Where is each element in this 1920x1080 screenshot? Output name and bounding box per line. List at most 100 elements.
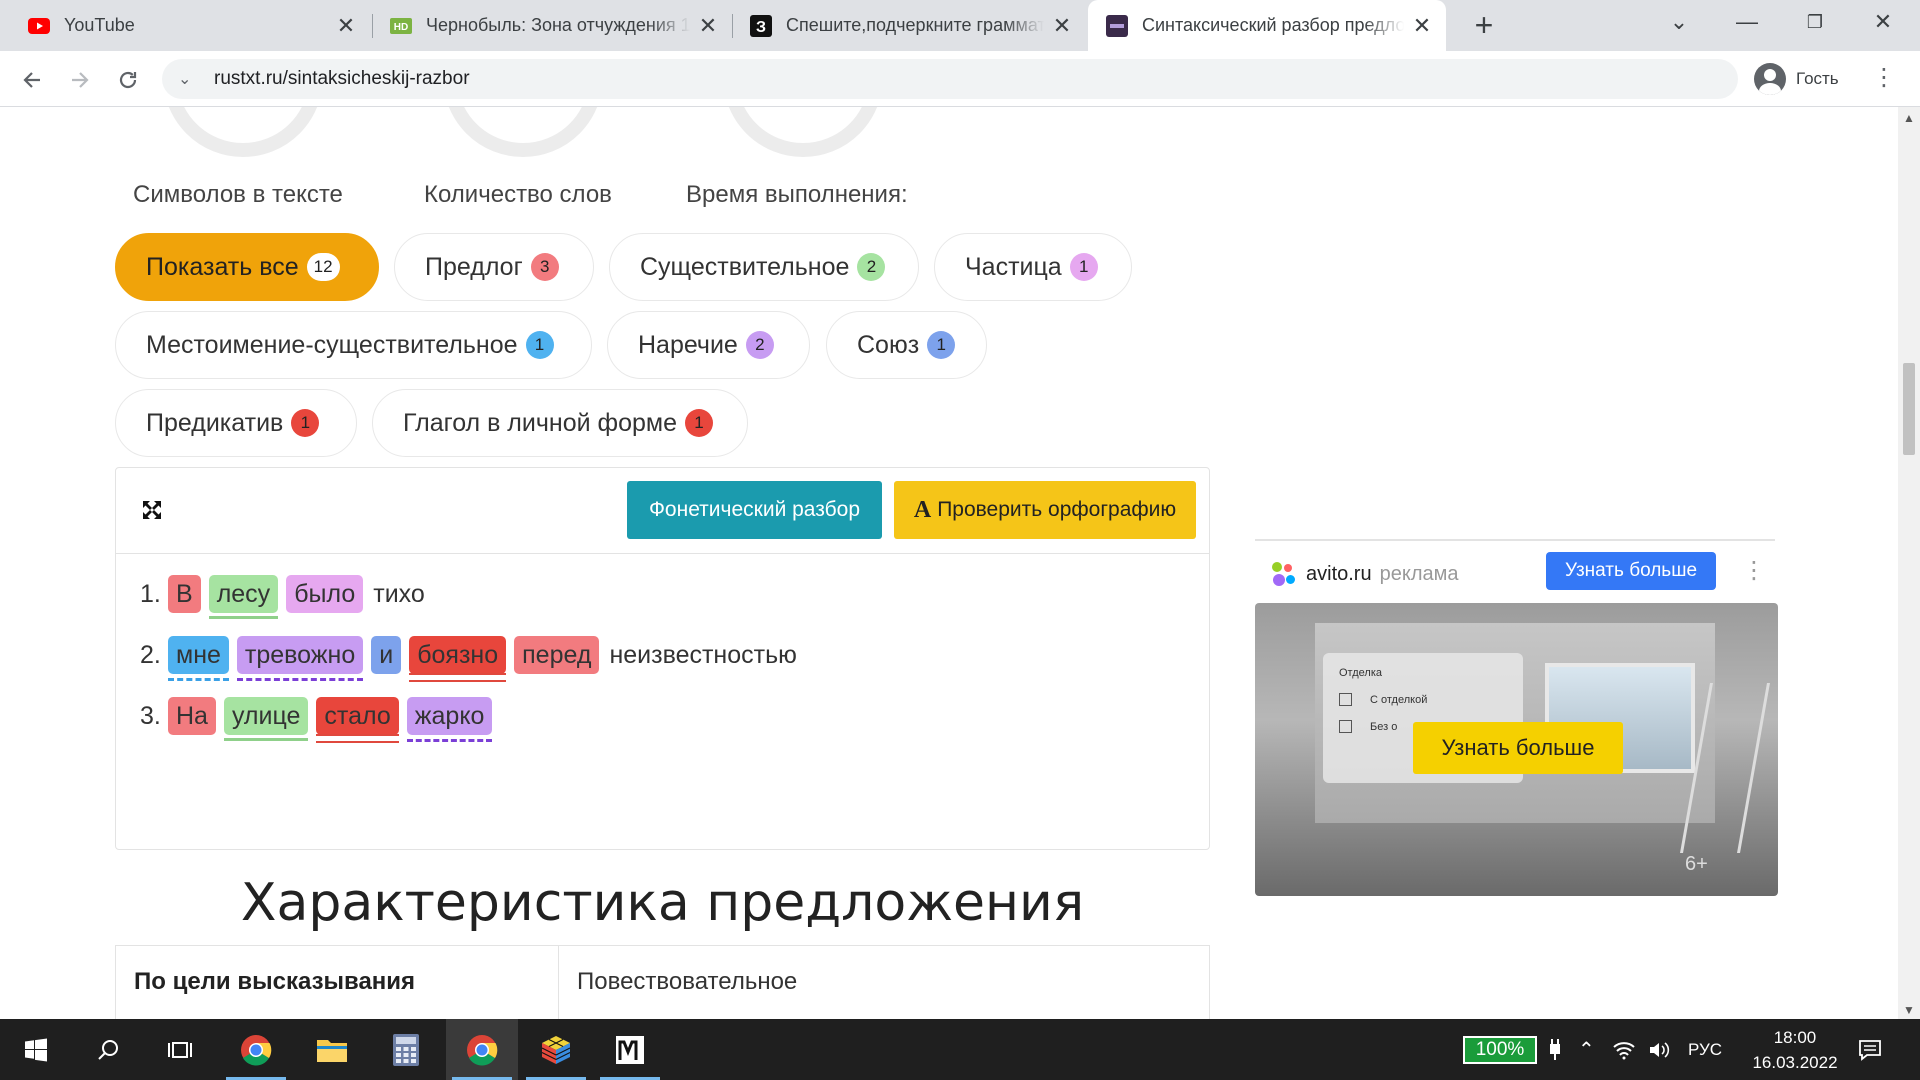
start-icon[interactable]	[0, 1019, 72, 1080]
word-adverb[interactable]: жарко	[406, 697, 493, 742]
minimize-icon[interactable]: —	[1716, 0, 1778, 44]
tab-grammar[interactable]: З Спешите,подчеркните граммати ✕	[722, 0, 1086, 51]
stat-ring	[723, 107, 883, 157]
battery-indicator[interactable]: 100%	[1463, 1036, 1537, 1064]
filter-count: 1	[1069, 253, 1098, 281]
clock-date: 16.03.2022	[1752, 1053, 1838, 1072]
calculator-icon[interactable]	[370, 1019, 442, 1080]
ad-site[interactable]: avito.ru	[1306, 563, 1372, 586]
filter-conjunction[interactable]: Союз 1	[826, 311, 987, 379]
profile-button[interactable]: Гость	[1748, 59, 1851, 99]
checkbox-icon	[1339, 693, 1352, 706]
filter-count: 1	[525, 331, 554, 359]
svg-text:HD: HD	[394, 22, 408, 33]
chrome-app-icon[interactable]	[220, 1019, 292, 1080]
word-verb[interactable]: стало	[316, 697, 400, 743]
filter-pronoun-noun[interactable]: Местоимение-существительное 1	[115, 311, 592, 379]
svg-text:З: З	[756, 19, 766, 36]
filter-preposition[interactable]: Предлог 3	[394, 233, 594, 301]
word-noun[interactable]: улице	[223, 697, 309, 741]
search-icon[interactable]	[72, 1019, 144, 1080]
check-spelling-label: Проверить орфографию	[937, 498, 1177, 521]
ad-menu-icon[interactable]: ⋮	[1742, 552, 1766, 590]
close-tab-icon[interactable]: ✕	[336, 14, 356, 36]
youtube-icon	[28, 15, 50, 37]
filter-particle[interactable]: Частица 1	[934, 233, 1132, 301]
notifications-icon[interactable]	[1858, 1019, 1882, 1080]
clock-time: 18:00	[1773, 1028, 1817, 1047]
word-particle[interactable]: было	[286, 575, 364, 613]
page-content: Символов в тексте Количество слов Время …	[0, 107, 1898, 1019]
tab-search-icon[interactable]: ⌄	[1648, 0, 1710, 44]
ad-divider	[1255, 539, 1775, 541]
sentence-2: 2. мне тревожно и боязно перед неизвестн…	[140, 633, 807, 682]
word-preposition[interactable]: На	[168, 697, 216, 735]
filter-noun[interactable]: Существительное 2	[609, 233, 919, 301]
stat-ring	[163, 107, 323, 157]
z-icon: З	[750, 14, 772, 37]
word-pronoun[interactable]: мне	[168, 636, 229, 681]
sentence-1: 1. В лесу было тихо	[140, 572, 435, 619]
rubiks-cube-app-icon[interactable]	[520, 1019, 592, 1080]
ad-cta-button[interactable]: Узнать больше	[1413, 722, 1623, 774]
close-tab-icon[interactable]: ✕	[698, 14, 718, 36]
tab-strip: YouTube ✕ HD Чернобыль: Зона отчуждения …	[0, 0, 1920, 51]
expand-icon[interactable]	[140, 498, 164, 522]
avatar-icon	[1754, 63, 1786, 95]
volume-icon[interactable]	[1648, 1019, 1672, 1080]
scrollbar-thumb[interactable]	[1903, 363, 1915, 455]
site-info-icon[interactable]: ⌄	[178, 69, 198, 89]
tab-chernobyl[interactable]: HD Чернобыль: Зона отчуждения 1 ✕	[362, 0, 732, 51]
power-plug-icon[interactable]	[1546, 1019, 1564, 1080]
phonetic-analysis-button[interactable]: Фонетический разбор	[627, 481, 882, 539]
system-clock[interactable]: 18:00 16.03.2022	[1743, 1025, 1847, 1075]
word-noun[interactable]: лесу	[208, 575, 279, 619]
task-view-icon[interactable]	[144, 1019, 216, 1080]
word-predicative[interactable]: боязно	[409, 636, 507, 682]
new-tab-button[interactable]: +	[1466, 8, 1502, 44]
tray-overflow-icon[interactable]: ⌃	[1578, 1019, 1595, 1080]
stat-label-words: Количество слов	[424, 181, 612, 208]
wifi-icon[interactable]	[1612, 1019, 1636, 1080]
back-icon[interactable]	[12, 60, 52, 100]
scroll-up-icon[interactable]: ▲	[1898, 111, 1920, 125]
filter-label: Наречие	[638, 330, 738, 359]
reload-icon[interactable]	[108, 60, 148, 100]
filter-show-all[interactable]: Показать все 12	[115, 233, 379, 301]
restore-icon[interactable]: ❐	[1784, 0, 1846, 44]
word-preposition[interactable]: В	[168, 575, 201, 613]
word-conjunction[interactable]: и	[371, 636, 402, 674]
table-cell-label: По цели высказывания	[116, 946, 559, 1019]
close-window-icon[interactable]: ✕	[1852, 0, 1914, 44]
filter-label: Существительное	[640, 252, 850, 281]
file-explorer-icon[interactable]	[296, 1019, 368, 1080]
filter-label: Предикатив	[146, 408, 284, 437]
input-language[interactable]: РУС	[1688, 1019, 1722, 1080]
chrome-active-app-icon[interactable]	[446, 1019, 518, 1080]
hd-icon: HD	[390, 15, 412, 37]
word-adverb[interactable]: тревожно	[236, 636, 364, 681]
forward-icon[interactable]	[60, 60, 100, 100]
stats-app-icon[interactable]	[594, 1019, 666, 1080]
tab-youtube[interactable]: YouTube ✕	[0, 0, 370, 51]
scroll-down-icon[interactable]: ▼	[1898, 1003, 1920, 1017]
ad-image[interactable]: Отделка С отделкой Без о Узнать больше 6…	[1255, 603, 1778, 896]
filter-count: 2	[745, 331, 774, 359]
close-tab-icon[interactable]: ✕	[1052, 14, 1072, 36]
address-bar[interactable]: ⌄ rustxt.ru/sintaksicheskij-razbor	[162, 59, 1738, 99]
browser-menu-icon[interactable]: ⋮	[1868, 63, 1900, 95]
windows-taskbar: 100% ⌃ РУС 18:00 16.03.2022	[0, 1019, 1920, 1080]
word-preposition[interactable]: перед	[514, 636, 600, 674]
filter-predicative[interactable]: Предикатив 1	[115, 389, 357, 457]
check-spelling-button[interactable]: A Проверить орфографию	[894, 481, 1196, 539]
close-tab-icon[interactable]: ✕	[1412, 14, 1432, 36]
page-scrollbar[interactable]: ▲ ▼	[1898, 107, 1920, 1019]
ad-age-rating: 6+	[1685, 853, 1708, 875]
stat-label-time: Время выполнения:	[686, 181, 908, 208]
filter-adverb[interactable]: Наречие 2	[607, 311, 810, 379]
ad-learn-more-button[interactable]: Узнать больше	[1546, 552, 1716, 590]
filter-finite-verb[interactable]: Глагол в личной форме 1	[372, 389, 748, 457]
tab-syntax-active[interactable]: Синтаксический разбор предло ✕	[1088, 0, 1446, 51]
browser-toolbar: ⌄ rustxt.ru/sintaksicheskij-razbor Гость…	[0, 51, 1920, 107]
word-plain: тихо	[373, 580, 425, 608]
